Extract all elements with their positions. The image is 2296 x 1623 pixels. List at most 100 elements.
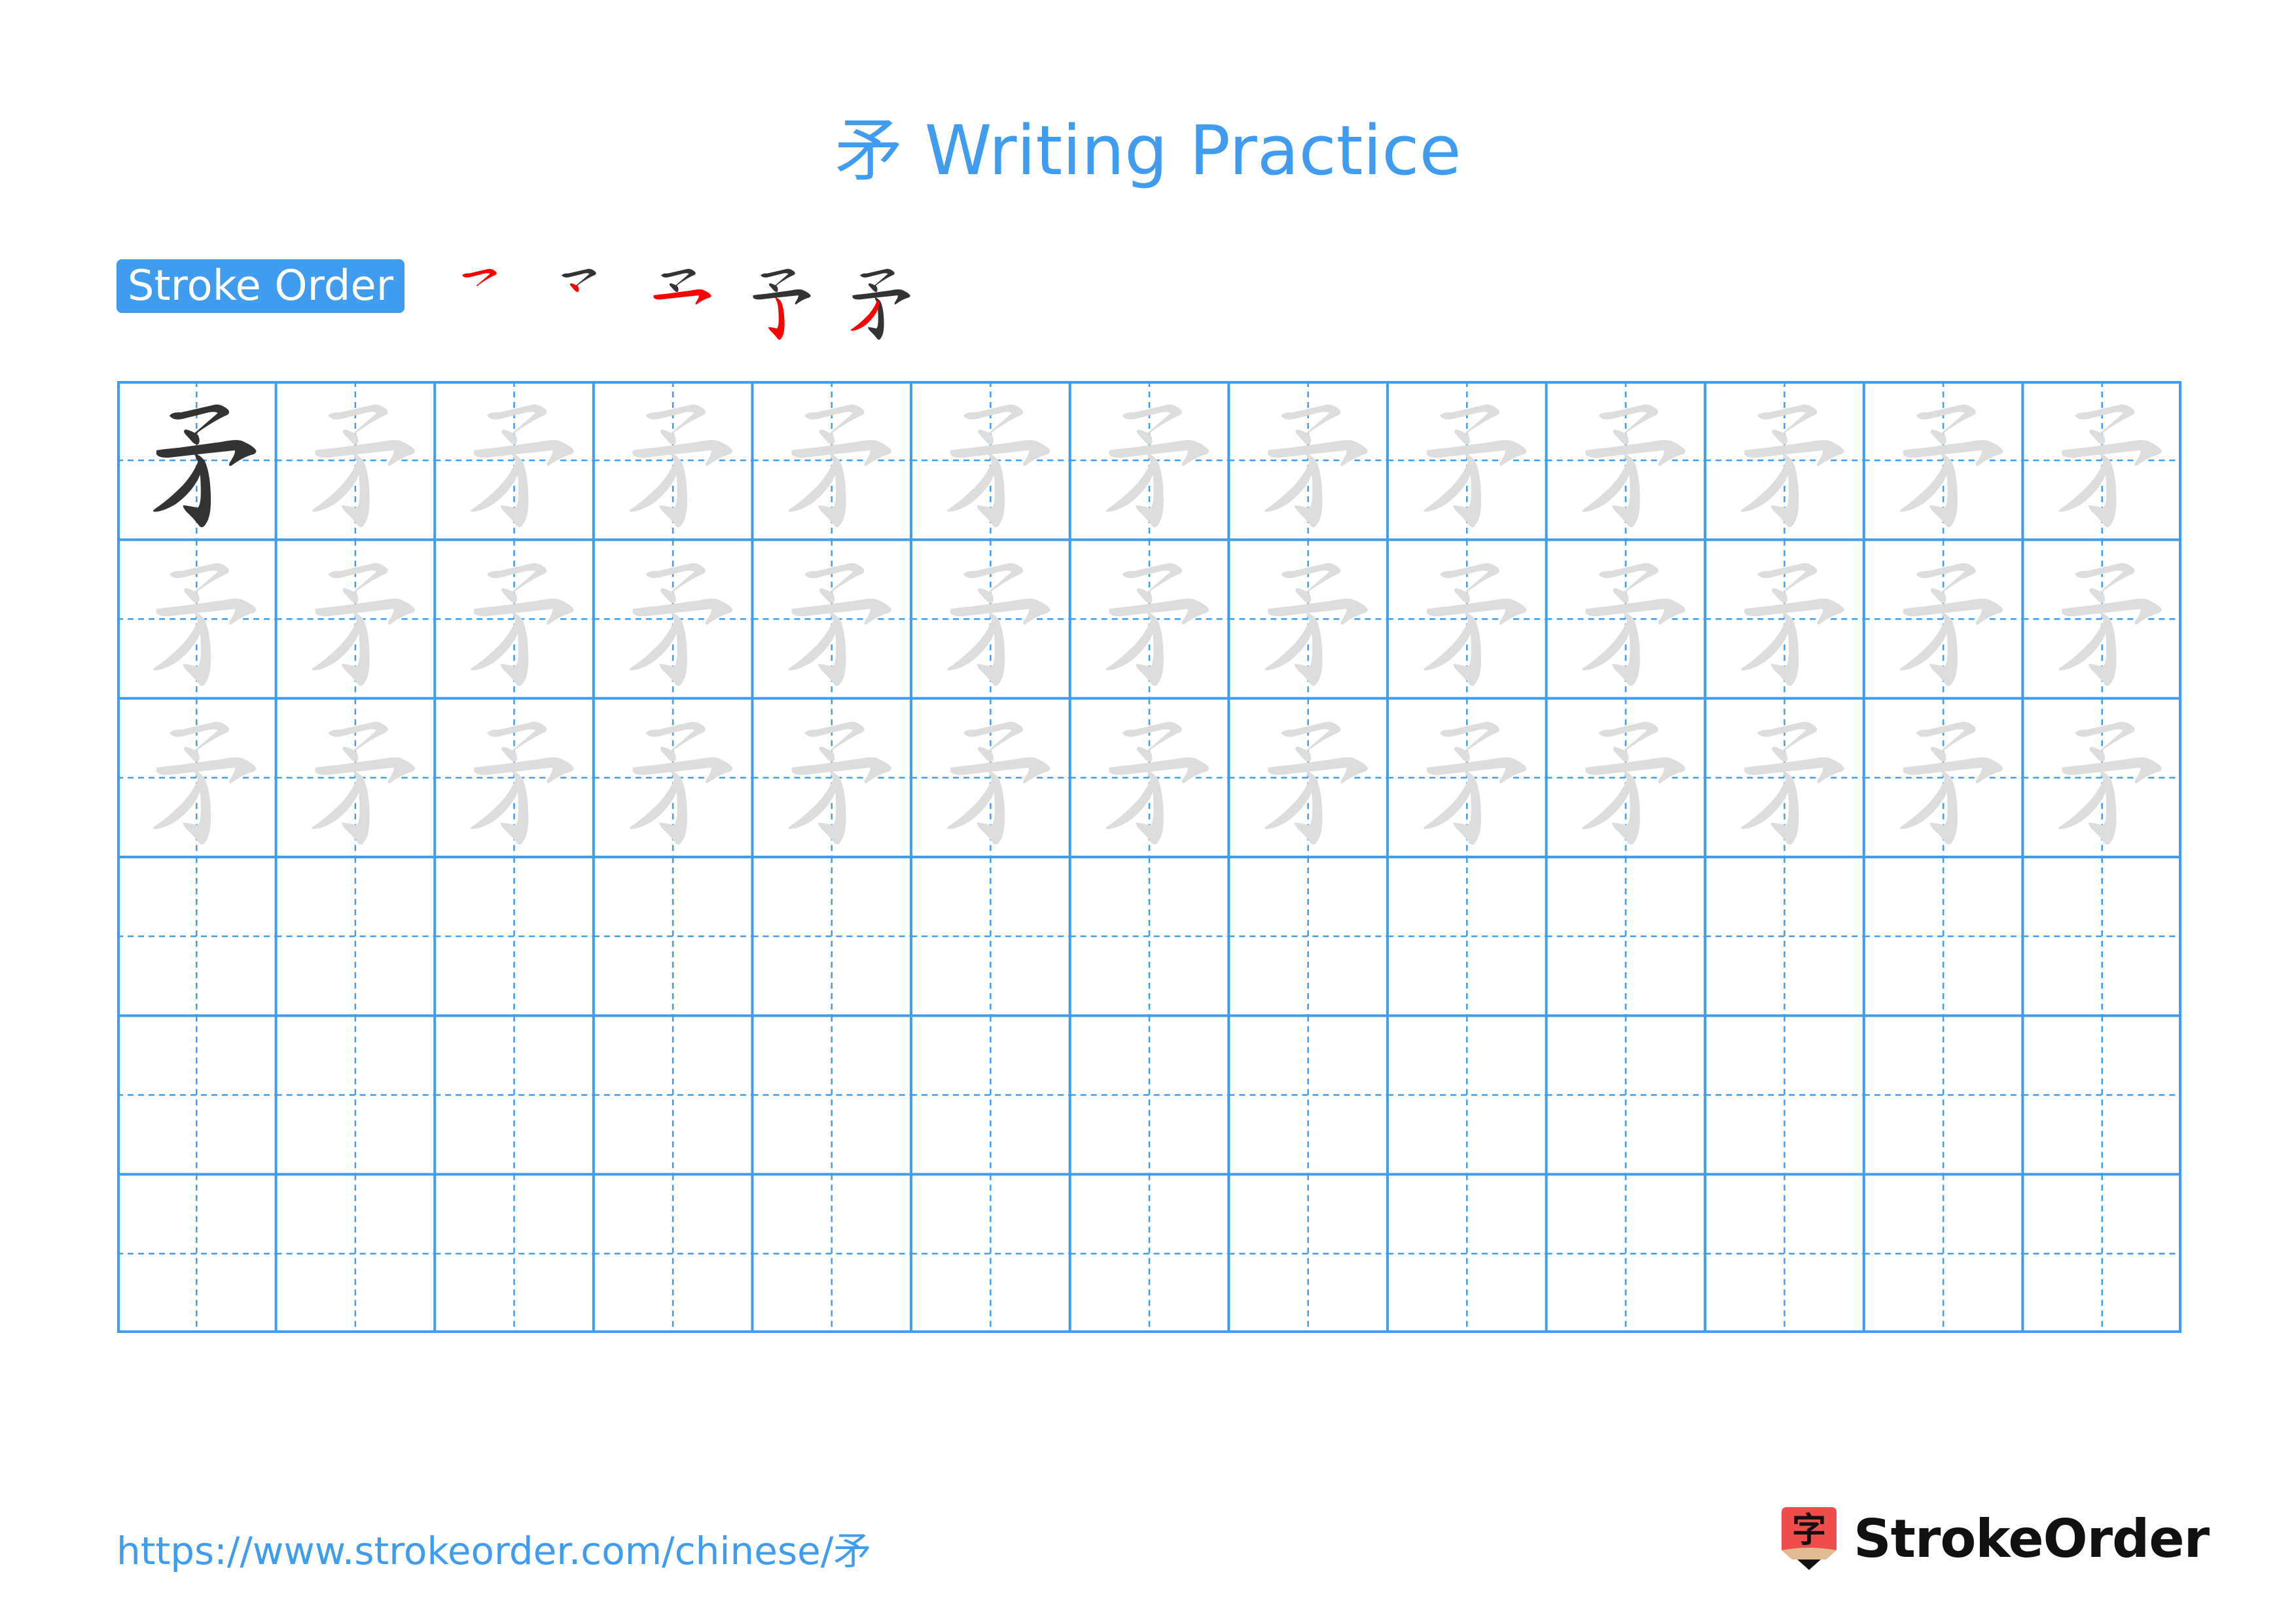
- practice-cell[interactable]: [1705, 698, 1864, 857]
- practice-cell[interactable]: [1229, 381, 1388, 540]
- practice-cell[interactable]: [435, 1015, 594, 1175]
- practice-cell[interactable]: [2022, 1015, 2181, 1175]
- practice-cell[interactable]: [1705, 857, 1864, 1016]
- practice-cell[interactable]: [1546, 857, 1706, 1016]
- character-stroke-1: [1439, 721, 1499, 752]
- practice-cell[interactable]: [1229, 539, 1388, 699]
- practice-cell[interactable]: [911, 539, 1070, 699]
- character-stroke-1: [562, 268, 596, 287]
- practice-cell[interactable]: [1705, 381, 1864, 540]
- practice-cell[interactable]: [435, 857, 594, 1016]
- practice-cell[interactable]: [1069, 539, 1229, 699]
- practice-cell[interactable]: [911, 857, 1070, 1016]
- practice-cell[interactable]: [1069, 1174, 1229, 1333]
- practice-cell[interactable]: [752, 1174, 912, 1333]
- practice-cell[interactable]: [1863, 1015, 2023, 1175]
- practice-cell[interactable]: [1229, 1174, 1388, 1333]
- character-stroke-1: [2075, 721, 2135, 752]
- practice-cell[interactable]: [911, 1015, 1070, 1175]
- practice-cell[interactable]: [1546, 698, 1706, 857]
- stroke-order-step-2: [562, 268, 596, 292]
- practice-cell[interactable]: [2022, 857, 2181, 1016]
- character-stroke-3: [1426, 757, 1527, 784]
- practice-cell[interactable]: [117, 1015, 276, 1175]
- practice-cell[interactable]: [2022, 698, 2181, 857]
- practice-cell[interactable]: [1863, 381, 2023, 540]
- practice-cell[interactable]: [1705, 539, 1864, 699]
- practice-cell[interactable]: [117, 539, 276, 699]
- character-stroke-3: [156, 598, 257, 625]
- practice-cell[interactable]: [1863, 539, 2023, 699]
- practice-cell[interactable]: [435, 698, 594, 857]
- practice-cell[interactable]: [1546, 381, 1706, 540]
- practice-cell[interactable]: [435, 539, 594, 699]
- footer-url-link[interactable]: https://www.strokeorder.com/chinese/矛: [117, 1520, 871, 1575]
- character-stroke-3: [315, 598, 416, 625]
- practice-cell[interactable]: [276, 1015, 435, 1175]
- practice-cell[interactable]: [276, 857, 435, 1016]
- practice-cell[interactable]: [593, 1015, 753, 1175]
- practice-cell[interactable]: [117, 857, 276, 1016]
- practice-cell[interactable]: [276, 698, 435, 857]
- practice-cell[interactable]: [117, 698, 276, 857]
- character-stroke-3: [1744, 598, 1844, 625]
- practice-grid: [117, 381, 2181, 1333]
- practice-cell[interactable]: [1069, 381, 1229, 540]
- practice-cell[interactable]: [593, 539, 753, 699]
- practice-cell[interactable]: [1863, 857, 2023, 1016]
- practice-cell[interactable]: [752, 857, 912, 1016]
- practice-cell[interactable]: [435, 381, 594, 540]
- practice-cell[interactable]: [593, 1174, 753, 1333]
- practice-cell[interactable]: [752, 698, 912, 857]
- practice-cell[interactable]: [1546, 1015, 1706, 1175]
- practice-cell[interactable]: [1705, 1015, 1864, 1175]
- practice-cell[interactable]: [1863, 1174, 2023, 1333]
- character-stroke-1: [761, 268, 795, 287]
- practice-cell[interactable]: [276, 539, 435, 699]
- practice-cell[interactable]: [2022, 381, 2181, 540]
- character-stroke-1: [169, 563, 230, 593]
- practice-cell[interactable]: [2022, 539, 2181, 699]
- practice-cell[interactable]: [1387, 381, 1547, 540]
- practice-cell[interactable]: [752, 1015, 912, 1175]
- practice-cell[interactable]: [1387, 539, 1547, 699]
- character-stroke-1: [169, 404, 230, 435]
- practice-cell[interactable]: [911, 381, 1070, 540]
- character-stroke-3: [1268, 757, 1368, 784]
- practice-cell[interactable]: [752, 539, 912, 699]
- character-stroke-1: [1439, 563, 1499, 593]
- character-stroke-1: [487, 404, 547, 435]
- character-stroke-3: [1268, 598, 1368, 625]
- practice-cell[interactable]: [2022, 1174, 2181, 1333]
- character-stroke-1: [804, 404, 865, 435]
- character-stroke-1: [1598, 563, 1659, 593]
- practice-cell[interactable]: [1069, 1015, 1229, 1175]
- practice-cell[interactable]: [1387, 1174, 1547, 1333]
- practice-cell[interactable]: [1863, 698, 2023, 857]
- practice-cell[interactable]: [593, 857, 753, 1016]
- strokeorder-logo[interactable]: 字 StrokeOrder: [1779, 1506, 2210, 1571]
- practice-cell[interactable]: [1229, 1015, 1388, 1175]
- practice-cell[interactable]: [752, 381, 912, 540]
- practice-cell[interactable]: [911, 1174, 1070, 1333]
- practice-cell[interactable]: [1069, 698, 1229, 857]
- practice-cell[interactable]: [1387, 857, 1547, 1016]
- practice-cell[interactable]: [276, 381, 435, 540]
- practice-cell[interactable]: [1546, 539, 1706, 699]
- practice-cell[interactable]: [1546, 1174, 1706, 1333]
- practice-cell[interactable]: [1387, 698, 1547, 857]
- practice-cell[interactable]: [1387, 1015, 1547, 1175]
- practice-cell[interactable]: [1069, 857, 1229, 1016]
- practice-cell[interactable]: [1229, 857, 1388, 1016]
- practice-cell[interactable]: [593, 698, 753, 857]
- practice-cell[interactable]: [276, 1174, 435, 1333]
- practice-cell[interactable]: [117, 381, 276, 540]
- practice-cell[interactable]: [593, 381, 753, 540]
- practice-cell[interactable]: [435, 1174, 594, 1333]
- practice-cell[interactable]: [117, 1174, 276, 1333]
- practice-cell[interactable]: [1705, 1174, 1864, 1333]
- character-stroke-3: [315, 440, 416, 466]
- practice-cell[interactable]: [1229, 698, 1388, 857]
- practice-cell[interactable]: [911, 698, 1070, 857]
- character-stroke-1: [1916, 563, 1976, 593]
